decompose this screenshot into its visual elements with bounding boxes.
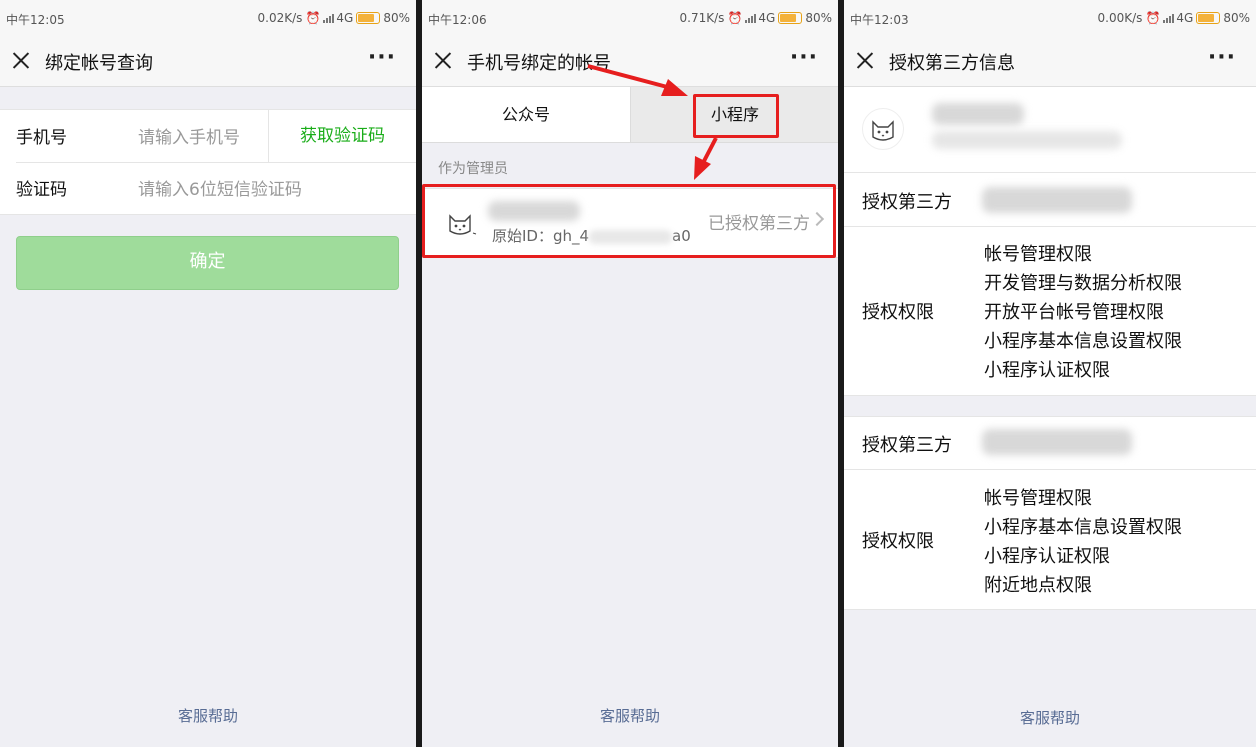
- third-party-name-redacted: [982, 429, 1132, 455]
- confirm-button[interactable]: 确定: [16, 236, 399, 290]
- phone-input[interactable]: 请输入手机号: [138, 123, 240, 148]
- get-code-button[interactable]: 获取验证码: [268, 110, 416, 162]
- permission-item: 小程序认证权限: [984, 546, 1110, 567]
- miniprogram-desc-redacted: [932, 131, 1122, 149]
- close-icon[interactable]: [432, 49, 454, 71]
- third-party-block-1: 授权第三方 授权权限 帐号管理权限 开发管理与数据分析权限 开放平台帐号管理权限…: [844, 172, 1256, 396]
- permission-item: 帐号管理权限: [984, 488, 1092, 509]
- battery-icon: [1196, 12, 1221, 24]
- title-bar: 绑定帐号查询 ···: [0, 36, 416, 87]
- more-icon[interactable]: ···: [790, 45, 818, 70]
- status-right: 0.71K/s ⏰ 4G 80%: [680, 11, 832, 25]
- permission-item: 开放平台帐号管理权限: [984, 302, 1164, 323]
- status-time: 中午12:05: [6, 13, 65, 27]
- alarm-icon: ⏰: [1145, 11, 1161, 25]
- cat-avatar-icon: [862, 108, 904, 150]
- miniprogram-header: [844, 87, 1256, 174]
- battery-fill: [1198, 14, 1215, 22]
- network-type: 4G: [1176, 11, 1194, 25]
- network-type: 4G: [758, 11, 776, 25]
- network-type: 4G: [336, 11, 354, 25]
- alarm-icon: ⏰: [727, 11, 743, 25]
- code-input[interactable]: 请输入6位短信验证码: [138, 175, 302, 200]
- battery-icon: [778, 12, 803, 24]
- close-icon[interactable]: [854, 49, 876, 71]
- battery-percent: 80%: [805, 11, 832, 25]
- miniprogram-name-redacted: [932, 103, 1024, 125]
- close-icon[interactable]: [10, 49, 32, 71]
- permission-item: 小程序基本信息设置权限: [984, 517, 1182, 538]
- permission-label: 授权权限: [862, 531, 934, 552]
- section-label-admin: 作为管理员: [438, 161, 508, 177]
- page-title: 绑定帐号查询: [45, 53, 153, 74]
- permission-item: 小程序认证权限: [984, 360, 1110, 381]
- page-title: 手机号绑定的帐号: [467, 53, 611, 74]
- battery-fill: [780, 14, 797, 22]
- cat-avatar-svg: [872, 120, 894, 141]
- battery-percent: 80%: [383, 11, 410, 25]
- row-divider: [844, 469, 1256, 470]
- status-time: 中午12:06: [428, 13, 487, 27]
- permission-item: 开发管理与数据分析权限: [984, 273, 1182, 294]
- phone-screen-third-party-info: 中午12:03 0.00K/s ⏰ 4G 80% 授权第三方信息 ··· 授权第…: [844, 0, 1256, 747]
- net-speed: 0.71K/s: [679, 11, 725, 25]
- signal-icon: [1163, 13, 1175, 23]
- phone-label: 手机号: [16, 128, 67, 148]
- signal-icon: [745, 13, 757, 23]
- verification-form: 手机号 请输入手机号 获取验证码 验证码 请输入6位短信验证码: [0, 109, 416, 215]
- status-bar: 中午12:03 0.00K/s ⏰ 4G 80%: [844, 0, 1256, 36]
- permission-label: 授权权限: [862, 302, 934, 323]
- tab-official-account[interactable]: 公众号: [422, 87, 630, 142]
- third-party-name-redacted: [982, 187, 1132, 213]
- status-time: 中午12:03: [850, 13, 909, 27]
- annotation-highlight-account: [422, 184, 836, 258]
- code-row: 验证码 请输入6位短信验证码: [0, 162, 416, 214]
- third-party-label: 授权第三方: [862, 192, 952, 213]
- help-link[interactable]: 客服帮助: [844, 707, 1256, 728]
- more-icon[interactable]: ···: [368, 45, 396, 70]
- net-speed: 0.02K/s: [257, 11, 303, 25]
- help-link[interactable]: 客服帮助: [422, 705, 838, 726]
- status-right: 0.00K/s ⏰ 4G 80%: [1098, 11, 1250, 25]
- phone-screen-bind-query: 中午12:05 0.02K/s ⏰ 4G 80% 绑定帐号查询 ··· 手机号 …: [0, 0, 416, 747]
- status-bar: 中午12:05 0.02K/s ⏰ 4G 80%: [0, 0, 416, 36]
- battery-fill: [358, 14, 375, 22]
- phone-row: 手机号 请输入手机号 获取验证码: [0, 110, 416, 162]
- signal-icon: [323, 13, 335, 23]
- permission-item: 附近地点权限: [984, 575, 1092, 596]
- alarm-icon: ⏰: [305, 11, 321, 25]
- status-bar: 中午12:06 0.71K/s ⏰ 4G 80%: [422, 0, 838, 36]
- row-divider: [844, 226, 1256, 227]
- net-speed: 0.00K/s: [1097, 11, 1143, 25]
- permission-item: 小程序基本信息设置权限: [984, 331, 1182, 352]
- page-title: 授权第三方信息: [889, 53, 1015, 74]
- third-party-label: 授权第三方: [862, 435, 952, 456]
- annotation-highlight-tab: [693, 94, 779, 138]
- title-bar: 授权第三方信息 ···: [844, 36, 1256, 87]
- battery-icon: [356, 12, 381, 24]
- code-label: 验证码: [16, 180, 67, 200]
- help-link[interactable]: 客服帮助: [0, 705, 416, 726]
- title-bar: 手机号绑定的帐号 ···: [422, 36, 838, 87]
- phone-screen-bound-accounts: 中午12:06 0.71K/s ⏰ 4G 80% 手机号绑定的帐号 ··· 公众…: [422, 0, 838, 747]
- third-party-block-2: 授权第三方 授权权限 帐号管理权限 小程序基本信息设置权限 小程序认证权限 附近…: [844, 416, 1256, 610]
- permission-item: 帐号管理权限: [984, 244, 1092, 265]
- status-right: 0.02K/s ⏰ 4G 80%: [258, 11, 410, 25]
- battery-percent: 80%: [1223, 11, 1250, 25]
- more-icon[interactable]: ···: [1208, 45, 1236, 70]
